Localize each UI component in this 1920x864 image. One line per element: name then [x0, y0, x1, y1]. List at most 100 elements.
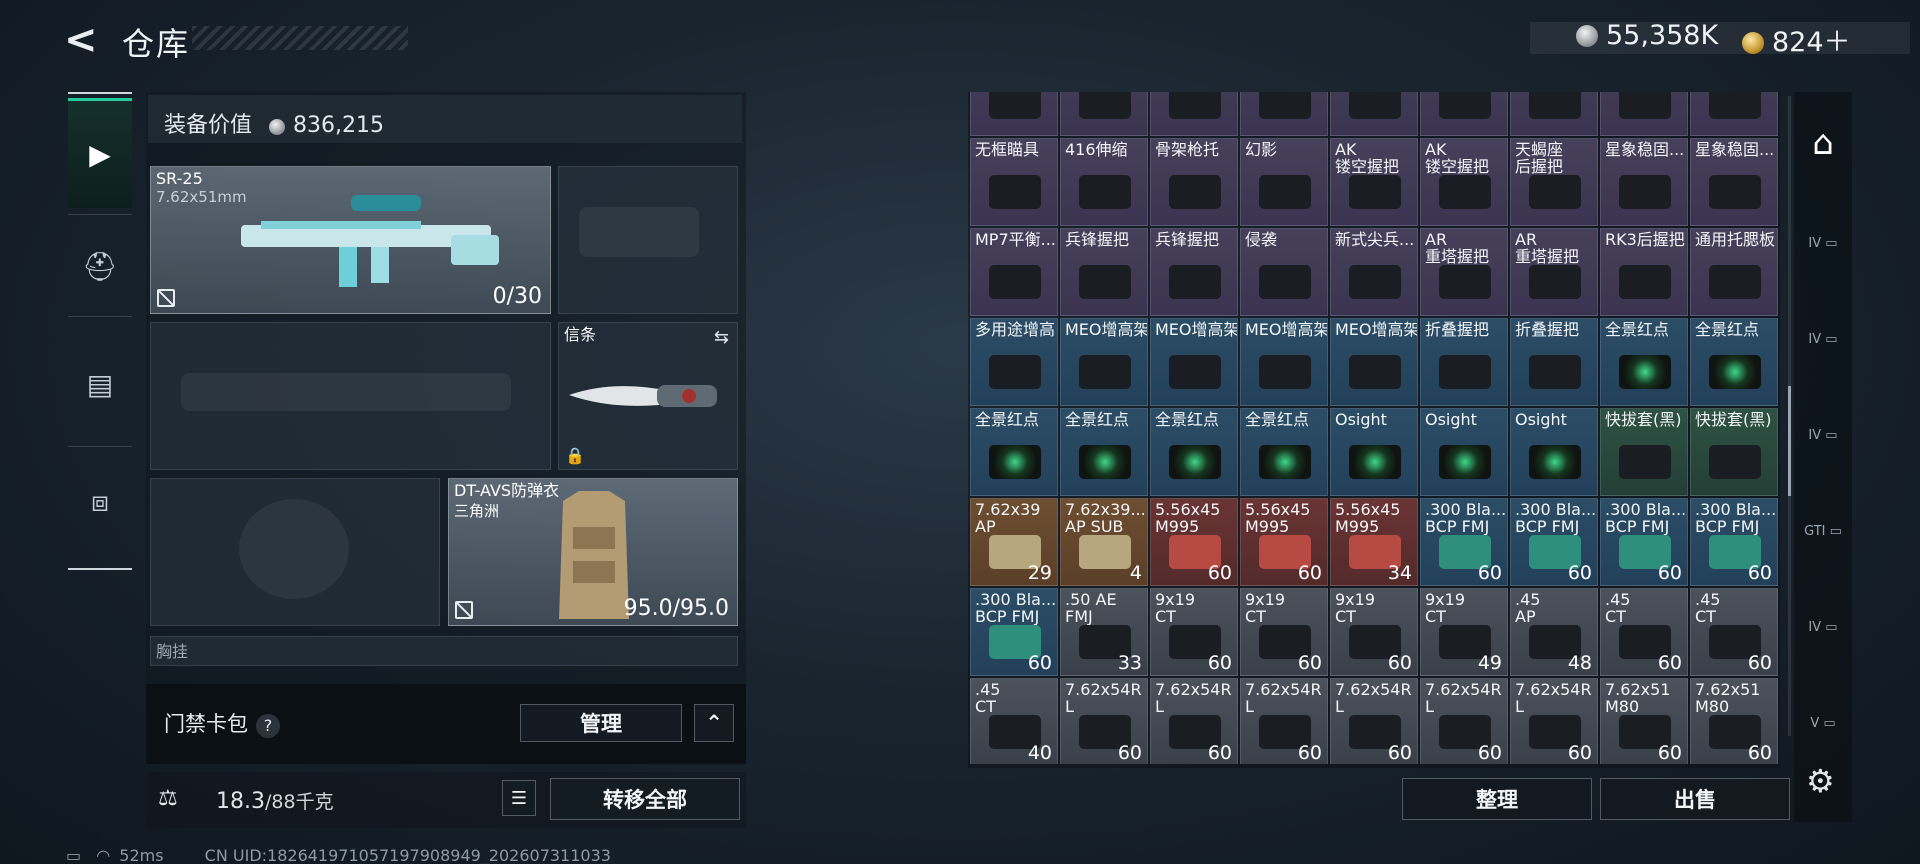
stash-item[interactable]: [1330, 92, 1418, 136]
stash-item[interactable]: 星象稳固...: [1600, 138, 1688, 226]
stash-item[interactable]: [1510, 92, 1598, 136]
stash-item[interactable]: .45 CT 60: [1600, 588, 1688, 676]
expand-button[interactable]: ⌃: [694, 704, 734, 742]
rail-headquarters-icon[interactable]: ⌂: [1800, 120, 1846, 166]
chest-rig-slot[interactable]: 胸挂: [150, 636, 738, 666]
stash-item[interactable]: 7.62x39... AP SUB 4: [1060, 498, 1148, 586]
stash-item[interactable]: .50 AE FMJ 33: [1060, 588, 1148, 676]
stash-item[interactable]: MEO增高架: [1240, 318, 1328, 406]
stash-item[interactable]: .45 AP 48: [1510, 588, 1598, 676]
stash-item[interactable]: 无框瞄具: [970, 138, 1058, 226]
stash-item[interactable]: 侵袭: [1240, 228, 1328, 316]
transfer-all-button[interactable]: 转移全部: [550, 778, 740, 820]
stash-item[interactable]: 全景红点: [1060, 408, 1148, 496]
stash-item[interactable]: AK 镂空握把: [1420, 138, 1508, 226]
stash-item[interactable]: [1690, 92, 1778, 136]
helmet-slot[interactable]: [150, 478, 440, 626]
stash-item[interactable]: [1240, 92, 1328, 136]
stash-item[interactable]: 新式尖兵...: [1330, 228, 1418, 316]
stash-item[interactable]: 全景红点: [1690, 318, 1778, 406]
stash-item[interactable]: .45 CT 40: [970, 678, 1058, 764]
stash-item[interactable]: 幻影: [1240, 138, 1328, 226]
melee-slot[interactable]: 信条 ⇆ 🔒: [558, 322, 738, 470]
stash-item[interactable]: 7.62x54R L 60: [1150, 678, 1238, 764]
stash-item[interactable]: 5.56x45 M995 60: [1150, 498, 1238, 586]
stash-item[interactable]: [970, 92, 1058, 136]
stash-item[interactable]: 9x19 CT 60: [1330, 588, 1418, 676]
stash-item[interactable]: 全景红点: [1150, 408, 1238, 496]
stash-item[interactable]: Osight: [1330, 408, 1418, 496]
stash-item[interactable]: 全景红点: [970, 408, 1058, 496]
stash-item[interactable]: MEO增高架: [1060, 318, 1148, 406]
back-button[interactable]: <: [64, 20, 100, 60]
stash-item[interactable]: .300 Bla... BCP FMJ 60: [970, 588, 1058, 676]
silver-currency[interactable]: 55,358K: [1576, 20, 1718, 51]
stash-item[interactable]: 多用途增高: [970, 318, 1058, 406]
rail-gti-case-icon[interactable]: GTI ▭: [1800, 508, 1846, 554]
stash-item[interactable]: 7.62x54R L 60: [1330, 678, 1418, 764]
list-view-button[interactable]: ☰: [502, 780, 536, 816]
stash-item[interactable]: 7.62x54R L 60: [1240, 678, 1328, 764]
stash-item[interactable]: 全景红点: [1600, 318, 1688, 406]
sell-button[interactable]: 出售: [1600, 778, 1790, 820]
sort-button[interactable]: 整理: [1402, 778, 1592, 820]
stash-item[interactable]: Osight: [1510, 408, 1598, 496]
rail-lvl5-case-icon[interactable]: V ▭: [1800, 700, 1846, 746]
stash-item[interactable]: .300 Bla... BCP FMJ 60: [1690, 498, 1778, 586]
stash-item[interactable]: .45 CT 60: [1690, 588, 1778, 676]
stash-item[interactable]: 5.56x45 M995 60: [1240, 498, 1328, 586]
rail-lvl4-weapon-icon[interactable]: IV ▭: [1800, 220, 1846, 266]
stash-item[interactable]: MEO增高架: [1150, 318, 1238, 406]
stash-item[interactable]: AR 重塔握把: [1420, 228, 1508, 316]
stash-item[interactable]: AK 镂空握把: [1330, 138, 1418, 226]
manage-button[interactable]: 管理: [520, 704, 682, 742]
help-icon[interactable]: ?: [256, 714, 280, 738]
stash-item[interactable]: 天蝎座 后握把: [1510, 138, 1598, 226]
stash-item[interactable]: 7.62x54R L 60: [1510, 678, 1598, 764]
stash-item[interactable]: Osight: [1420, 408, 1508, 496]
stash-item[interactable]: 快拔套(黑): [1600, 408, 1688, 496]
stash-item[interactable]: 9x19 CT 60: [1150, 588, 1238, 676]
stash-item[interactable]: 折叠握把: [1510, 318, 1598, 406]
stash-item[interactable]: [1600, 92, 1688, 136]
pistol-slot[interactable]: [558, 166, 738, 314]
stash-item[interactable]: .300 Bla... BCP FMJ 60: [1600, 498, 1688, 586]
stash-item[interactable]: 通用托腮板: [1690, 228, 1778, 316]
gold-currency[interactable]: 824＋: [1742, 20, 1851, 59]
nav-weapons[interactable]: ▶: [68, 98, 132, 208]
stash-item[interactable]: 7.62x54R L 60: [1060, 678, 1148, 764]
stash-item[interactable]: 7.62x51 M80 60: [1690, 678, 1778, 764]
nav-backpack[interactable]: ▤: [68, 334, 132, 434]
stash-item[interactable]: 星象稳固...: [1690, 138, 1778, 226]
swap-icon[interactable]: ⇆: [714, 327, 729, 348]
stash-item[interactable]: [1150, 92, 1238, 136]
stash-item[interactable]: 9x19 CT 49: [1420, 588, 1508, 676]
stash-item[interactable]: .300 Bla... BCP FMJ 60: [1420, 498, 1508, 586]
stash-item[interactable]: 7.62x54R L 60: [1420, 678, 1508, 764]
stash-item[interactable]: 7.62x39 AP 29: [970, 498, 1058, 586]
stash-item[interactable]: RK3后握把: [1600, 228, 1688, 316]
stash-item[interactable]: 416伸缩: [1060, 138, 1148, 226]
rail-lvl4-add-icon[interactable]: IV ▭: [1800, 604, 1846, 650]
stash-item[interactable]: 骨架枪托: [1150, 138, 1238, 226]
stash-item[interactable]: 兵锋握把: [1060, 228, 1148, 316]
primary-weapon-slot[interactable]: SR-25 7.62x51mm 0/30: [150, 166, 551, 314]
stash-item[interactable]: 折叠握把: [1420, 318, 1508, 406]
stash-item[interactable]: 全景红点: [1240, 408, 1328, 496]
stash-item[interactable]: 5.56x45 M995 34: [1330, 498, 1418, 586]
stash-item[interactable]: MP7平衡...: [970, 228, 1058, 316]
stash-item[interactable]: MEO增高架: [1330, 318, 1418, 406]
settings-gear-icon[interactable]: ⚙: [1806, 762, 1835, 800]
stash-item[interactable]: .300 Bla... BCP FMJ 60: [1510, 498, 1598, 586]
stash-item[interactable]: 兵锋握把: [1150, 228, 1238, 316]
stash-item[interactable]: [1060, 92, 1148, 136]
stash-item[interactable]: 9x19 CT 60: [1240, 588, 1328, 676]
stash-item[interactable]: [1420, 92, 1508, 136]
rail-lvl4-weapon-icon[interactable]: IV ▭: [1800, 316, 1846, 362]
stash-item[interactable]: AR 重塔握把: [1510, 228, 1598, 316]
stash-item[interactable]: 7.62x51 M80 60: [1600, 678, 1688, 764]
secondary-weapon-slot[interactable]: [150, 322, 551, 470]
rail-lvl4-weapon-icon[interactable]: IV ▭: [1800, 412, 1846, 458]
stash-item[interactable]: 快拔套(黑): [1690, 408, 1778, 496]
stash-scrollbar[interactable]: [1788, 96, 1791, 736]
